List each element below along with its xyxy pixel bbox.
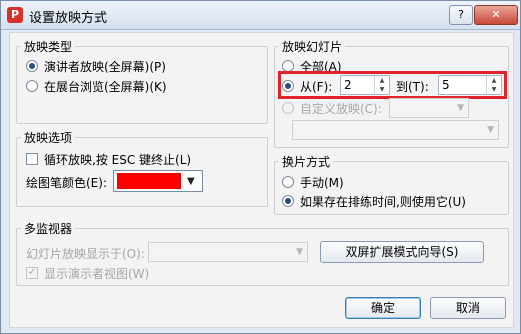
pen-color-label: 绘图笔颜色(E): <box>26 176 107 190</box>
pen-color-swatch <box>117 173 181 189</box>
presenter-fullscreen-radio[interactable] <box>26 60 38 72</box>
monitors-legend: 多监视器 <box>24 222 73 236</box>
advance-legend: 换片方式 <box>282 155 331 169</box>
dual-screen-wizard-button[interactable]: 双屏扩展模式向导(S) <box>320 241 484 263</box>
close-button[interactable]: ✕ <box>474 5 518 25</box>
spin-down-icon[interactable]: ▼ <box>487 85 501 94</box>
title-bar[interactable]: P 设置放映方式 ? ✕ <box>1 1 520 30</box>
presenter-view-label: 显示演示者视图(W) <box>44 267 150 281</box>
dialog-title: 设置放映方式 <box>29 11 108 26</box>
dialog-window: P 设置放映方式 ? ✕ 放映类型 演讲者放映(全屏幕)(P) 在展台浏览(全屏… <box>0 0 521 334</box>
show-type-legend: 放映类型 <box>24 40 73 54</box>
to-value[interactable]: 5 <box>442 78 450 92</box>
from-value[interactable]: 2 <box>344 78 352 92</box>
spin-up-icon[interactable]: ▲ <box>487 76 501 85</box>
to-label: 到(T): <box>396 80 429 94</box>
presenter-view-checkbox: ✓ <box>26 267 38 279</box>
show-options-group: 放映选项 <box>16 129 268 207</box>
cancel-button[interactable]: 取消 <box>430 297 506 319</box>
help-button[interactable]: ? <box>449 5 473 25</box>
show-options-legend: 放映选项 <box>24 131 73 145</box>
chevron-down-icon: ▼ <box>296 247 303 257</box>
custom-show-radio <box>282 102 294 114</box>
kiosk-fullscreen-radio[interactable] <box>26 80 38 92</box>
ok-button[interactable]: 确定 <box>345 297 421 319</box>
loop-label[interactable]: 循环放映,按 ESC 键终止(L) <box>44 151 191 168</box>
dialog-body: 放映类型 演讲者放映(全屏幕)(P) 在展台浏览(全屏幕)(K) 放映选项 循环… <box>9 32 514 328</box>
use-timings-label[interactable]: 如果存在排练时间,则使用它(U) <box>300 193 466 210</box>
kiosk-fullscreen-label[interactable]: 在展台浏览(全屏幕)(K) <box>44 78 167 95</box>
presenter-fullscreen-label[interactable]: 演讲者放映(全屏幕)(P) <box>44 58 166 75</box>
loop-checkbox[interactable] <box>26 153 38 165</box>
to-spin-arrows[interactable]: ▲ ▼ <box>486 76 501 94</box>
custom-show-list: ▼ <box>292 120 499 140</box>
from-stepper[interactable]: 2 ▲ ▼ <box>340 75 390 95</box>
wps-presentation-icon: P <box>7 7 23 23</box>
pen-color-picker[interactable]: ▼ <box>113 170 203 192</box>
custom-show-select: ▼ <box>389 98 469 118</box>
chevron-down-icon: ▼ <box>487 125 494 135</box>
slides-legend: 放映幻灯片 <box>282 40 343 54</box>
to-stepper[interactable]: 5 ▲ ▼ <box>438 75 502 95</box>
spin-down-icon[interactable]: ▼ <box>375 85 389 94</box>
slide-range-radio[interactable] <box>282 80 294 92</box>
from-label: 从(F): <box>300 80 333 94</box>
chevron-down-icon: ▼ <box>457 103 464 113</box>
spin-up-icon[interactable]: ▲ <box>375 76 389 85</box>
manual-advance-label[interactable]: 手动(M) <box>300 174 344 191</box>
manual-advance-radio[interactable] <box>282 176 294 188</box>
custom-show-label: 自定义放映(C): <box>300 102 382 116</box>
chevron-down-icon[interactable]: ▼ <box>187 176 195 187</box>
from-spin-arrows[interactable]: ▲ ▼ <box>374 76 389 94</box>
display-on-label: 幻灯片放映显示于(O): <box>26 247 145 261</box>
display-on-select: ▼ <box>148 242 308 262</box>
use-timings-radio[interactable] <box>282 195 294 207</box>
